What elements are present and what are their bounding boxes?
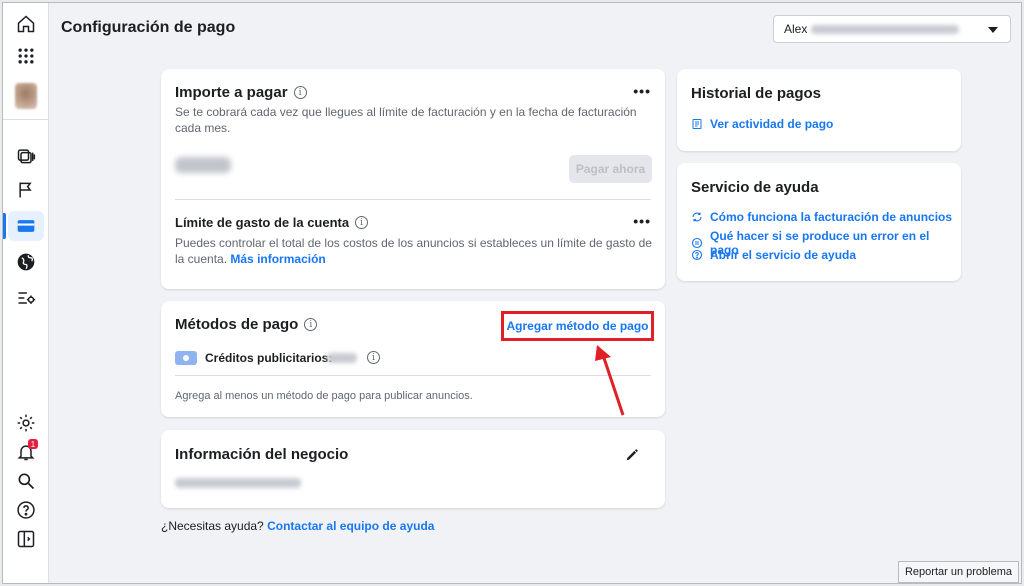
payment-activity-label: Ver actividad de pago [710,117,834,131]
help-center-card: Servicio de ayuda Cómo funciona la factu… [677,163,961,281]
receipt-icon [692,119,702,129]
home-icon[interactable] [8,9,44,39]
globe-icon[interactable] [8,247,44,277]
ad-credits-icon [175,351,197,365]
bell-icon[interactable]: 1 [8,437,44,467]
payment-methods-card: Métodos de pago i Agregar método de pago … [161,301,665,417]
apps-grid-icon[interactable] [8,41,44,71]
account-name: Alex [784,22,808,36]
account-id-redacted [811,24,960,34]
more-options-icon[interactable]: ••• [633,213,651,229]
help-question: ¿Necesitas ayuda? [161,519,264,533]
more-info-link[interactable]: Más información [230,252,325,266]
business-info-title: Información del negocio [175,446,349,463]
app-frame: 1 Configuración de pago Alex Importe a p… [2,2,1022,584]
business-info-redacted [175,478,301,488]
payment-activity-link[interactable]: Ver actividad de pago [691,117,833,131]
gear-icon[interactable] [8,408,44,438]
billing-how-it-works-label: Cómo funciona la facturación de anuncios [710,210,953,224]
amount-due-description: Se te cobrará cada vez que llegues al lí… [175,105,637,135]
contact-support-link[interactable]: Contactar al equipo de ayuda [267,519,434,533]
payment-history-card: Historial de pagos Ver actividad de pago [677,69,961,151]
search-icon[interactable] [8,466,44,496]
info-icon[interactable]: i [355,216,369,230]
help-icon [691,249,703,261]
open-help-center-link[interactable]: Abrir el servicio de ayuda [691,248,856,262]
spend-limit-title: Límite de gasto de la cuenta [175,215,350,230]
help-icon[interactable] [8,495,44,525]
avatar[interactable] [8,81,44,111]
ads-manager-icon[interactable] [8,141,44,171]
notification-badge: 1 [28,439,38,449]
spend-limit-description: Puedes controlar el total de los costos … [175,235,655,267]
account-selector[interactable]: Alex [773,15,1011,43]
business-info-card: Información del negocio [161,430,665,508]
divider [175,199,651,200]
info-icon[interactable]: i [304,318,318,332]
open-help-center-label: Abrir el servicio de ayuda [710,248,857,262]
amount-due-card: Importe a pagar i ••• Se te cobrará cada … [161,69,665,289]
refresh-icon [692,212,702,222]
payment-methods-hint: Agrega al menos un método de pago para p… [175,390,473,402]
amount-due-title: Importe a pagar [175,84,288,101]
sidebar-divider [3,119,49,120]
payment-methods-title: Métodos de pago [175,316,299,333]
pay-now-button[interactable]: Pagar ahora [569,155,652,183]
settings-list-icon[interactable] [8,283,44,313]
credit-card-icon[interactable] [3,211,44,241]
amount-redacted [175,157,231,173]
billing-how-it-works-link[interactable]: Cómo funciona la facturación de anuncios [691,210,952,224]
report-problem-button[interactable]: Reportar un problema [897,561,1019,583]
chevron-down-icon [988,27,998,33]
payment-history-title: Historial de pagos [691,85,822,102]
info-icon[interactable]: i [293,86,307,100]
sidebar-toggle-icon[interactable] [8,524,44,554]
page-title: Configuración de pago [61,19,236,36]
divider [175,375,651,376]
help-center-title: Servicio de ayuda [691,179,819,196]
flag-icon[interactable] [8,175,44,205]
more-options-icon[interactable]: ••• [633,83,651,99]
info-icon[interactable]: i [367,351,380,364]
pencil-icon[interactable] [625,448,639,462]
ad-credits-label: Créditos publicitarios: [205,351,333,365]
ad-credits-redacted [327,353,357,363]
sidebar: 1 [3,3,49,583]
avatar-image [15,83,37,109]
add-payment-method-link[interactable]: Agregar método de pago [501,311,654,341]
help-footer: ¿Necesitas ayuda? Contactar al equipo de… [161,519,434,533]
